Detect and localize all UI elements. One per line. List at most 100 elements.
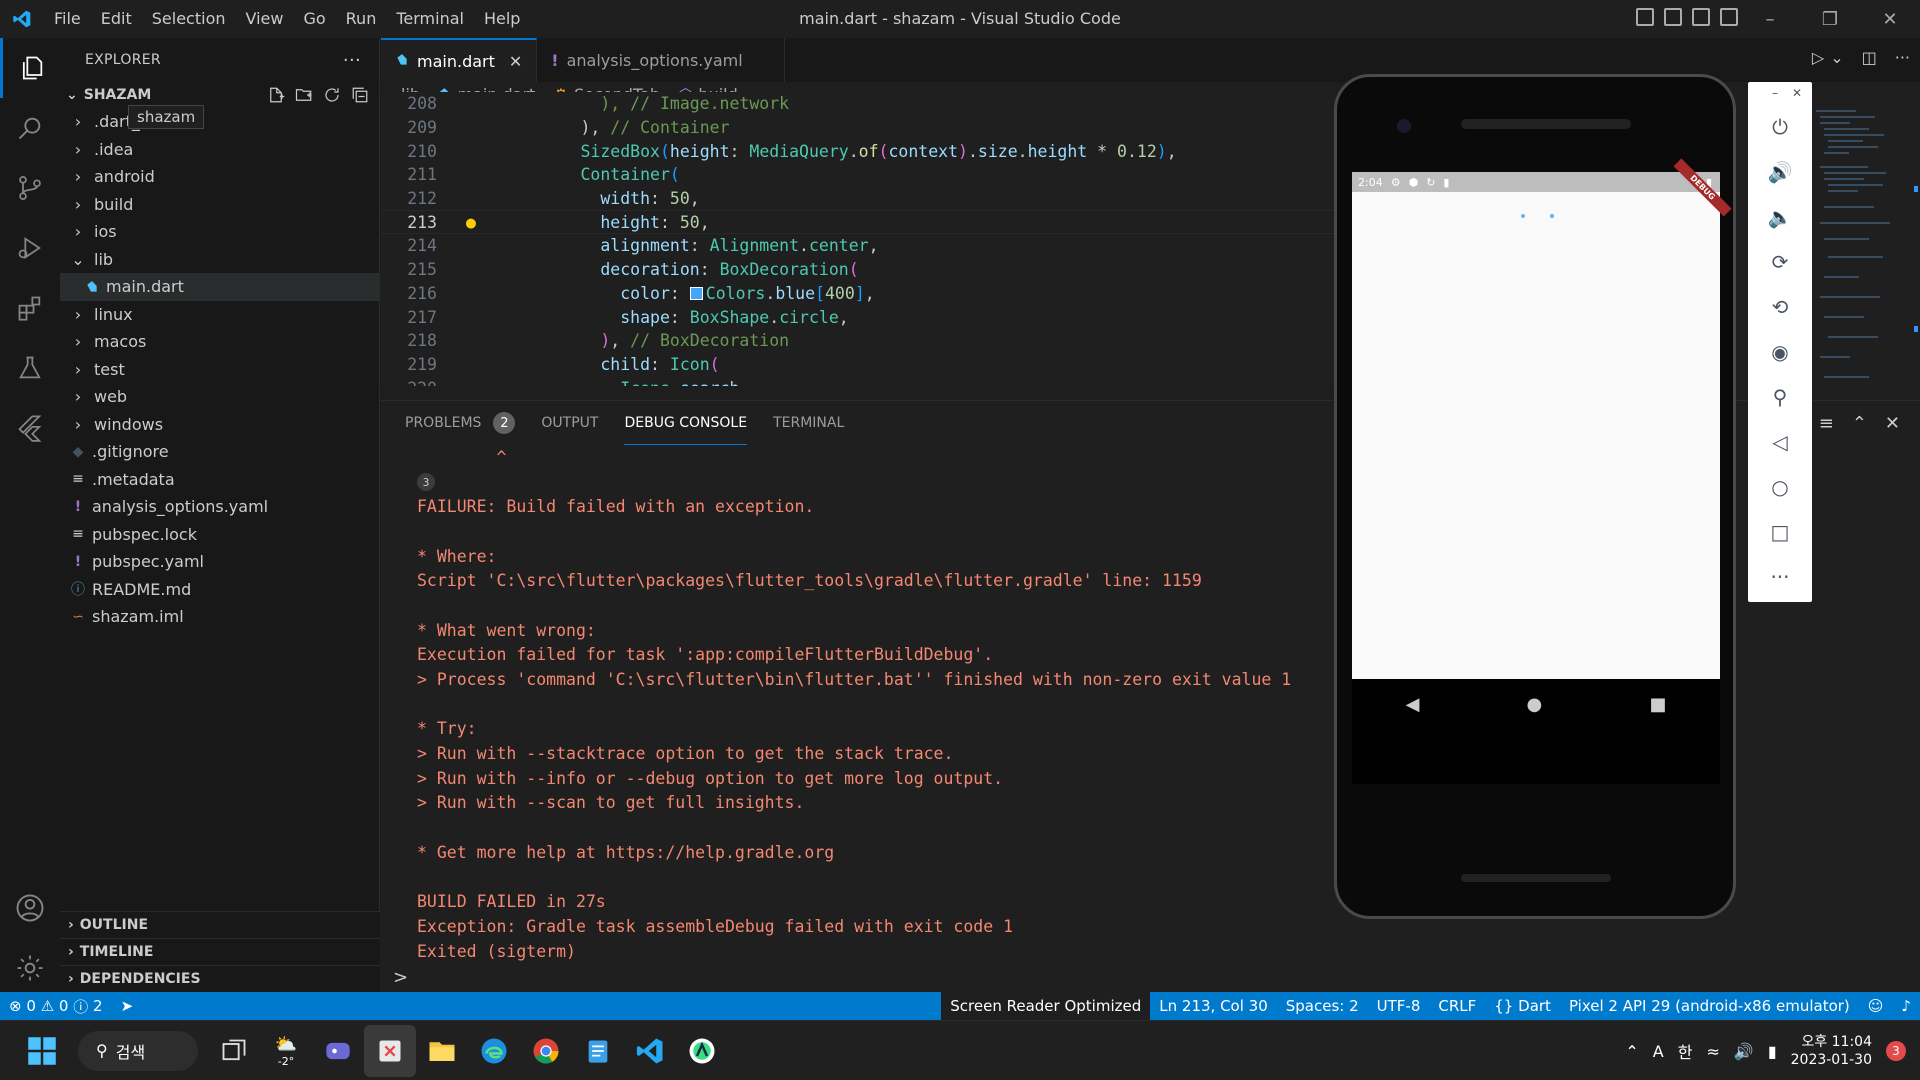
tab-debug-console[interactable]: DEBUG CONSOLE	[624, 401, 748, 445]
menu-file[interactable]: File	[44, 0, 91, 38]
new-folder-icon[interactable]	[295, 86, 313, 104]
more-actions-icon[interactable]: ···	[343, 50, 361, 71]
tree-item[interactable]: ≡ pubspec.lock	[60, 521, 379, 549]
tree-item[interactable]: ≡ .metadata	[60, 466, 379, 494]
volume-up-icon[interactable]: 🔊	[1748, 149, 1812, 194]
encoding[interactable]: UTF-8	[1368, 992, 1430, 1020]
back-icon[interactable]: ◀	[1406, 694, 1420, 715]
minimize-emulator-icon[interactable]: –	[1772, 86, 1778, 100]
menu-selection[interactable]: Selection	[142, 0, 236, 38]
chevron-down-icon[interactable]: ⌄	[1830, 48, 1843, 67]
ime-mode-han[interactable]: 한	[1678, 1039, 1693, 1063]
tree-item[interactable]: › .idea	[60, 136, 379, 164]
close-emulator-icon[interactable]: ✕	[1792, 86, 1802, 100]
customize-layout-icon[interactable]	[1720, 8, 1738, 26]
wifi-icon[interactable]: ≈	[1706, 1042, 1719, 1061]
tab-terminal[interactable]: TERMINAL	[773, 401, 844, 445]
close-panel-icon[interactable]: ✕	[1885, 413, 1900, 434]
tree-item[interactable]: ◆ .gitignore	[60, 438, 379, 466]
emulator-screen[interactable]: 2:04 ⚙ ⬢ ↻ ▮ ▮ DEBUG ◀ ● ■	[1352, 158, 1732, 784]
timeline-section[interactable]: › TIMELINE	[60, 938, 380, 965]
tree-item[interactable]: › ios	[60, 218, 379, 246]
chrome-browser-button[interactable]	[520, 1025, 572, 1077]
notepad-button[interactable]	[572, 1025, 624, 1077]
close-tab-icon[interactable]: ✕	[509, 52, 522, 71]
line-ending[interactable]: CRLF	[1429, 992, 1485, 1020]
screen-reader-status[interactable]: Screen Reader Optimized	[941, 992, 1151, 1020]
menu-go[interactable]: Go	[293, 0, 335, 38]
zoom-icon[interactable]: ⚲	[1748, 374, 1812, 419]
lightbulb-icon[interactable]: ●	[466, 213, 476, 232]
feedback-icon[interactable]: ☺	[1859, 992, 1893, 1020]
toggle-secondary-sidebar-icon[interactable]	[1692, 8, 1710, 26]
source-control-activity[interactable]	[0, 158, 60, 218]
back-icon[interactable]: ◁	[1748, 419, 1812, 464]
tree-item[interactable]: ! analysis_options.yaml	[60, 493, 379, 521]
testing-activity[interactable]	[0, 338, 60, 398]
explorer-activity[interactable]	[0, 38, 60, 98]
problems-status[interactable]: ⊗ 0 ⚠ 0 ⓘ 2	[0, 992, 112, 1020]
console-prompt[interactable]: >	[393, 967, 408, 988]
vscode-button[interactable]	[624, 1025, 676, 1077]
teams-chat-button[interactable]	[312, 1025, 364, 1077]
toggle-sidebar-icon[interactable]	[1636, 8, 1654, 26]
tree-item[interactable]: ⓘ README.md	[60, 576, 379, 604]
menu-terminal[interactable]: Terminal	[386, 0, 474, 38]
tree-item[interactable]: › linux	[60, 301, 379, 329]
battery-icon[interactable]: ▮	[1768, 1042, 1777, 1061]
tab-output[interactable]: OUTPUT	[541, 401, 598, 445]
menu-help[interactable]: Help	[474, 0, 530, 38]
run-icon[interactable]: ▷	[1812, 48, 1824, 67]
language-mode[interactable]: {} Dart	[1485, 992, 1560, 1020]
code-editor[interactable]: 208 ), // Image.network 209 ), // Contain…	[381, 92, 1336, 386]
rotate-right-icon[interactable]: ⟲	[1748, 284, 1812, 329]
toggle-panel-icon[interactable]	[1664, 8, 1682, 26]
manage-activity[interactable]	[0, 938, 60, 998]
minimap[interactable]	[1814, 106, 1920, 400]
home-icon[interactable]: ○	[1748, 464, 1812, 509]
workspace-root[interactable]: ⌄ SHAZAM	[60, 82, 379, 108]
more-actions-icon[interactable]: ···	[1895, 48, 1910, 67]
edge-browser-button[interactable]	[468, 1025, 520, 1077]
tree-item[interactable]: ⌄ lib	[60, 246, 379, 274]
tab-problems[interactable]: PROBLEMS 2	[405, 401, 516, 445]
weather-widget[interactable]: ⛅ -2°	[260, 1025, 312, 1077]
collapse-all-icon[interactable]	[351, 86, 369, 104]
start-button[interactable]	[16, 1025, 68, 1077]
close-window-icon[interactable]: ✕	[1860, 0, 1920, 38]
tree-item[interactable]: › macos	[60, 328, 379, 356]
recents-icon[interactable]: ■	[1649, 694, 1666, 715]
search-activity[interactable]	[0, 98, 60, 158]
volume-down-icon[interactable]: 🔈	[1748, 194, 1812, 239]
cursor-position[interactable]: Ln 213, Col 30	[1150, 992, 1276, 1020]
taskbar-search[interactable]: ⚲ 검색	[78, 1030, 198, 1071]
clock[interactable]: 오후 11:04 2023-01-30	[1791, 1033, 1872, 1069]
task-view-button[interactable]	[208, 1025, 260, 1077]
home-icon[interactable]: ●	[1527, 694, 1543, 715]
split-editor-icon[interactable]: ◫	[1862, 48, 1877, 67]
chevron-up-icon[interactable]: ⌃	[1625, 1042, 1638, 1061]
tree-item[interactable]: › web	[60, 383, 379, 411]
tree-item[interactable]: › build	[60, 191, 379, 219]
indentation[interactable]: Spaces: 2	[1277, 992, 1368, 1020]
extensions-activity[interactable]	[0, 278, 60, 338]
dependencies-section[interactable]: › DEPENDENCIES	[60, 965, 380, 992]
screenshot-icon[interactable]: ◉	[1748, 329, 1812, 374]
tree-item[interactable]: main.dart	[60, 273, 379, 301]
debug-status[interactable]: ➤	[112, 992, 143, 1020]
accounts-activity[interactable]	[0, 878, 60, 938]
more-icon[interactable]: ···	[1748, 554, 1812, 599]
bell-icon[interactable]: ♪	[1892, 992, 1920, 1020]
menu-edit[interactable]: Edit	[91, 0, 142, 38]
file-explorer-button[interactable]	[416, 1025, 468, 1077]
tree-item[interactable]: ! pubspec.yaml	[60, 548, 379, 576]
menu-run[interactable]: Run	[336, 0, 387, 38]
color-swatch[interactable]	[689, 286, 703, 300]
tree-item[interactable]: › test	[60, 356, 379, 384]
snipping-tool-button[interactable]	[364, 1024, 416, 1077]
maximize-panel-icon[interactable]: ⌃	[1852, 413, 1867, 434]
tree-item[interactable]: › windows	[60, 411, 379, 439]
overview-icon[interactable]: □	[1748, 509, 1812, 554]
flutter-activity[interactable]	[0, 398, 60, 458]
restore-icon[interactable]: ❐	[1800, 0, 1860, 38]
